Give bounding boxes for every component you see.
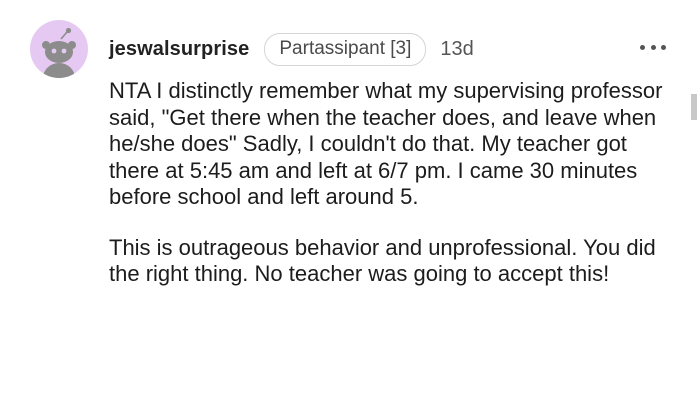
dot	[661, 44, 666, 50]
snoo-avatar-icon	[42, 27, 76, 78]
username-link[interactable]: jeswalsurprise	[109, 38, 249, 61]
comment-body: NTA I distinctly remember what my superv…	[109, 78, 679, 288]
comment-paragraph: NTA I distinctly remember what my superv…	[109, 78, 663, 209]
comment-age: 13d	[440, 37, 474, 60]
comment-paragraph: This is outrageous behavior and unprofes…	[109, 234, 656, 287]
user-avatar[interactable]	[30, 20, 88, 78]
comment: jeswalsurprise Partassipant [3] 13d NTA …	[0, 0, 700, 404]
user-flair-badge: Partassipant [3]	[264, 32, 427, 66]
more-options-icon[interactable]	[640, 40, 666, 54]
scrollbar-thumb[interactable]	[691, 94, 697, 120]
dot	[640, 44, 645, 50]
dot	[650, 44, 656, 50]
comment-header: jeswalsurprise Partassipant [3] 13d	[109, 32, 474, 66]
